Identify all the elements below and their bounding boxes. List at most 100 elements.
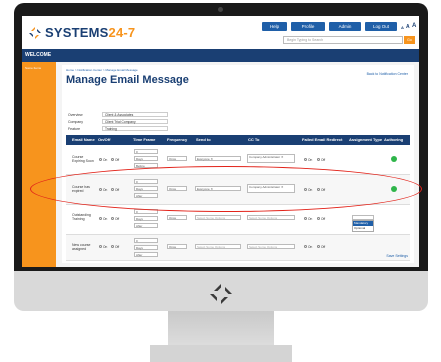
time-unit-select[interactable]: Days [134,156,158,161]
redirect-off-radio[interactable] [317,217,320,220]
redirect-on-label: On [308,188,313,192]
col-time-frame: Time Frame [133,137,156,142]
site-header: SYSTEMS24-7 Help Profile Admin Log Out A… [22,16,419,49]
redirect-off-label: Off [321,217,326,221]
col-on-off: On/Off [98,137,111,142]
frequency-select[interactable]: Once [167,156,187,161]
systems247-mark-icon [210,284,232,304]
font-size-medium[interactable]: A [406,24,410,30]
send-to-select[interactable]: Select Some Options [195,215,241,220]
assignment-type-dropdown: Mandatory Optional [352,220,374,232]
page-title: Manage Email Message [66,74,189,86]
welcome-bar: WELCOME [22,49,419,62]
col-authoring: Authoring Options [384,137,404,152]
on-radio[interactable] [99,158,102,161]
logout-button[interactable]: Log Out [365,22,397,31]
table-row: Outstanding Training On Off 0 Days After… [66,205,410,235]
search-input[interactable]: Begin Typing to Search [283,36,403,44]
redirect-on-radio[interactable] [304,217,307,220]
send-to-select[interactable]: Everyone ✕ [195,156,241,161]
redirect-on-radio[interactable] [304,188,307,191]
col-failed-redirect: Failed Email Redirect [302,137,343,142]
time-relation-select[interactable]: After [134,193,158,198]
frequency-select[interactable]: Once [167,215,187,220]
admin-button[interactable]: Admin [329,22,361,31]
off-radio[interactable] [111,217,114,220]
send-to-select[interactable]: Everyone ✕ [195,186,241,191]
off-label: Off [115,188,120,192]
systems247-mark-icon [29,26,41,39]
redirect-off-radio[interactable] [317,158,320,161]
time-unit-select[interactable]: Days [134,186,158,191]
sidebar-item[interactable]: Some Items [25,66,41,70]
time-value-input[interactable]: 0 [134,149,158,154]
redirect-off-label: Off [321,188,326,192]
frequency-select[interactable]: Once [167,186,187,191]
on-label: On [103,245,108,249]
cc-to-select[interactable]: Select Some Options [247,215,295,220]
help-button[interactable]: Help [262,22,287,31]
redirect-off-radio[interactable] [317,245,320,248]
font-size-small[interactable]: A [401,25,404,30]
redirect-off-radio[interactable] [317,188,320,191]
overview-select[interactable]: Client & Associates [102,112,168,117]
edit-template-icon[interactable] [391,186,397,192]
off-radio[interactable] [111,188,114,191]
email-name: Course Expiring Soon [72,155,94,163]
edit-template-icon[interactable] [391,156,397,162]
on-label: On [103,158,108,162]
time-value-input[interactable]: 0 [134,238,158,243]
logo-text: SYSTEMS24-7 [45,25,136,40]
col-email-name: Email Name [72,137,95,142]
on-radio[interactable] [99,188,102,191]
screen: SYSTEMS24-7 Help Profile Admin Log Out A… [22,16,419,267]
redirect-on-radio[interactable] [304,158,307,161]
breadcrumb[interactable]: Home > Notification Center > Manage Emai… [66,68,138,72]
frequency-select[interactable]: Once [167,244,187,249]
back-link[interactable]: Back to Notification Center [367,72,408,76]
dropdown-option-optional[interactable]: Optional [353,226,373,231]
font-size-large[interactable]: A [412,23,416,29]
email-name: Outstanding Training [72,213,91,221]
off-radio[interactable] [111,158,114,161]
sidebar: Some Items [22,62,56,267]
cc-to-select[interactable]: Select Some Options [247,244,295,249]
time-relation-select[interactable]: After [134,223,158,228]
webcam [218,7,223,12]
col-send-to: Send to [196,137,211,142]
off-label: Off [115,158,120,162]
logo[interactable]: SYSTEMS24-7 [28,25,135,40]
feature-select[interactable]: Training [102,126,168,131]
meta-label: Feature [68,127,81,131]
company-select[interactable]: Client Trial Company [102,119,168,124]
profile-button[interactable]: Profile [291,22,325,31]
go-button[interactable]: Go [404,36,415,44]
col-frequency: Frequency [167,137,188,142]
time-unit-select[interactable]: Days [134,216,158,221]
cc-to-select[interactable]: Company Administrator ✕ [247,184,295,193]
time-value-input[interactable]: 0 [134,209,158,214]
on-radio[interactable] [99,245,102,248]
time-value-input[interactable]: 0 [134,179,158,184]
redirect-on-label: On [308,158,313,162]
on-label: On [103,188,108,192]
off-label: Off [115,217,120,221]
cc-to-select[interactable]: Company Administrator ✕ [247,154,295,163]
on-radio[interactable] [99,217,102,220]
meta-label: Company [68,120,83,124]
table-row: Course Expiring Soon On Off 0 Days Befor… [66,145,410,175]
table-header: Email Name On/Off Time Frame Frequency S… [66,135,410,152]
time-relation-select[interactable]: Before [134,163,158,168]
redirect-on-radio[interactable] [304,245,307,248]
table-row: New course assigned On Off 0 Days After … [66,235,410,261]
time-relation-select[interactable]: After [134,252,158,257]
send-to-select[interactable]: Select Some Options [195,244,241,249]
col-cc-to: CC To [248,137,260,142]
save-settings-link[interactable]: Save Settings [386,254,408,258]
time-unit-select[interactable]: Days [134,245,158,250]
off-radio[interactable] [111,245,114,248]
monitor-scene: SYSTEMS24-7 Help Profile Admin Log Out A… [0,0,441,362]
meta-label: Overview [68,113,83,117]
redirect-off-label: Off [321,245,326,249]
redirect-off-label: Off [321,158,326,162]
